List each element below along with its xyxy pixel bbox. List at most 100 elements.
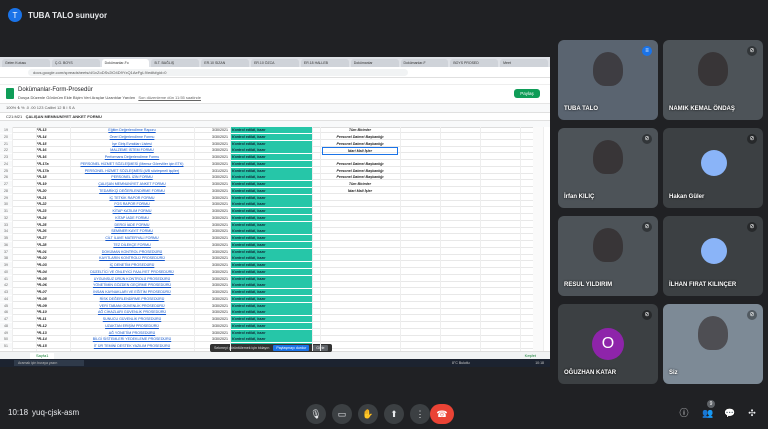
table-row[interactable]: 41 PR-05 UYGUNSUZ ÜRÜN KONTROLÜ PROSEDÜRÜ 3… <box>0 275 550 282</box>
participant-tile[interactable]: Siz ⊘ <box>663 304 763 384</box>
table-row[interactable]: 26 FR-18 PERSONEL İZİN FORMU 3/30/2021 Kontr… <box>0 174 550 181</box>
browser-tab[interactable]: ER.18 HALLEB <box>300 59 349 67</box>
table-row[interactable]: 50 PR-14 BİLGİ SİSTEMLERİ YEDEKLEME PROSED… <box>0 336 550 343</box>
participant-tile[interactable]: TUBA TALO ≡ <box>558 40 658 120</box>
cell-status[interactable]: Kontrol edildi, hazır <box>230 147 312 154</box>
cell-date[interactable]: 3/30/2021 <box>194 127 228 133</box>
table-row[interactable]: 34 FR-26 SEMİNER KAYIT FORMU 3/30/2021 Kontr… <box>0 228 550 235</box>
cell-status[interactable]: Kontrol edildi, hazır <box>230 201 312 208</box>
cell-code[interactable]: FR-17a <box>36 161 66 167</box>
cell-status[interactable]: Kontrol edildi, hazır <box>230 302 312 309</box>
cell-code[interactable]: FR-20 <box>36 188 66 194</box>
table-row[interactable]: 49 PR-13 AĞ YÖNETİM PROSEDÜRÜ 3/30/2021 Kont… <box>0 329 550 336</box>
cell-code[interactable]: FR-14 <box>36 134 66 140</box>
cell-status[interactable]: Kontrol edildi, hazır <box>230 181 312 187</box>
cell-note[interactable]: Tüm Birimler <box>322 181 398 187</box>
shared-screen[interactable]: Gelen Kutusu Ç.G. BOYS Dokümanlar-Fo B.T. B… <box>0 57 550 367</box>
cell-code[interactable]: PR-09 <box>36 303 66 309</box>
more-options-button[interactable]: ⋮ <box>410 404 430 424</box>
table-row[interactable]: 40 PR-04 DÜZELTİCİ VE ÖNLEYİCİ FAALİYET PR… <box>0 268 550 275</box>
cell-code[interactable]: FR-25 <box>36 222 66 228</box>
table-row[interactable]: 25 FR-17b PERSONEL HİZMET SÖZLEŞMESİ (4/B … <box>0 167 550 174</box>
browser-tab[interactable]: Dokümanlar-F <box>400 59 449 67</box>
people-button[interactable]: 👥 <box>702 407 714 419</box>
table-row[interactable]: 47 PR-11 SUNUCU GÜVENLİK PROSEDÜRÜ 3/30/202… <box>0 316 550 322</box>
cell-date[interactable]: 3/30/2021 <box>194 242 228 248</box>
cell-code[interactable]: PR-13 <box>36 330 66 336</box>
cell-reference[interactable]: C21:M21 <box>6 114 22 119</box>
table-row[interactable]: 37 PR-01 DOKÜMAN KONTROL PROSEDÜRÜ 3/30/202… <box>0 248 550 255</box>
table-row[interactable]: 22 FR-16 MALZEME İSTEM FORMU 3/30/2021 Kontr… <box>0 147 550 156</box>
cell-status[interactable]: Kontrol edildi, hazır <box>230 282 312 289</box>
cell-code[interactable]: PR-12 <box>36 323 66 329</box>
table-row[interactable]: 33 FR-25 DERGİ İADE FORMU 3/30/2021 Kontrol … <box>0 221 550 228</box>
cell-date[interactable]: 3/30/2021 <box>194 336 228 342</box>
cell-document-name[interactable]: SUNUCU GÜVENLİK PROSEDÜRÜ <box>72 316 192 322</box>
cell-status[interactable]: Kontrol edildi, hazır <box>230 255 312 262</box>
share-button[interactable]: Paylaş <box>514 89 540 98</box>
cell-document-name[interactable]: KİTAP KATILIM FORMU <box>72 208 192 214</box>
table-row[interactable]: 35 FR-27 CİLT İLAVE MATERYALİ FORMU 3/30/20… <box>0 235 550 241</box>
cell-code[interactable]: PR-07 <box>36 289 66 295</box>
table-row[interactable]: 38 PR-02 KAYITLARIN KONTROLÜ PROSEDÜRÜ 3/30… <box>0 255 550 262</box>
cell-date[interactable]: 3/30/2021 <box>194 269 228 275</box>
cell-code[interactable]: FR-13 <box>36 127 66 133</box>
cell-date[interactable]: 3/30/2021 <box>194 289 228 295</box>
cell-code[interactable]: PR-10 <box>36 309 66 315</box>
cell-date[interactable]: 3/30/2021 <box>194 201 228 207</box>
cell-status[interactable]: Kontrol edildi, hazır <box>230 140 312 147</box>
participant-tile[interactable]: Hakan Güler ⊘ <box>663 128 763 208</box>
cell-code[interactable]: FR-16 <box>36 154 66 160</box>
cell-date[interactable]: 3/30/2021 <box>194 222 228 228</box>
cell-document-name[interactable]: KİTAP İADE FORMU <box>72 215 192 221</box>
cell-status[interactable]: Kontrol edildi, hazır <box>230 309 312 316</box>
cell-document-name[interactable]: DOKÜMAN KONTROL PROSEDÜRÜ <box>72 249 192 255</box>
cell-date[interactable]: 3/31/2021 <box>194 168 228 174</box>
table-row[interactable]: 36 FR-28 TEZ DİLEKÇE FORMU 3/30/2021 Kontrol… <box>0 241 550 248</box>
cell-date[interactable]: 3/30/2021 <box>194 154 228 160</box>
end-call-button[interactable]: ☎ <box>430 404 454 424</box>
cell-code[interactable]: FR-23 <box>36 208 66 214</box>
cell-status[interactable]: Kontrol edildi, hazır <box>230 187 312 194</box>
cell-status[interactable]: Kontrol edildi, hazır <box>230 248 312 255</box>
cell-status[interactable]: Kontrol edildi, hazır <box>230 221 312 228</box>
participant-tile[interactable]: RESUL YILDIRIM ⊘ <box>558 216 658 296</box>
cell-document-name[interactable]: DERGİ İADE FORMU <box>72 222 192 228</box>
cell-status[interactable]: Kontrol edildi, hazır <box>230 329 312 336</box>
cell-code[interactable]: FR-16 <box>36 147 66 153</box>
table-row[interactable]: 21 FR-15 İşe Giriş Evrakları Listesi 3/30/2… <box>0 140 550 147</box>
table-row[interactable]: 20 FR-14 Öneri Değerlendirme Formu 3/30/202… <box>0 133 550 140</box>
cell-document-name[interactable]: YÖNETİMİN GÖZDEN GEÇİRME PROSEDÜRÜ <box>72 282 192 288</box>
table-row[interactable]: 19 FR-13 Eğitim Değerlendirme Raporu 3/30/2… <box>0 127 550 133</box>
browser-tab[interactable]: Dokümanlar-Fo <box>101 59 150 67</box>
url-field[interactable]: docs.google.com/spreadsheets/d/1vZoDSv2l… <box>28 68 408 76</box>
cell-status[interactable]: Kontrol edildi, hazır <box>230 160 312 167</box>
cell-status[interactable]: Kontrol edildi, hazır <box>230 174 312 181</box>
cell-status[interactable]: Kontrol edildi, hazır <box>230 194 312 201</box>
cell-code[interactable]: PR-03 <box>36 262 66 268</box>
cell-code[interactable]: FR-26 <box>36 228 66 234</box>
cell-date[interactable]: 3/30/2021 <box>194 303 228 309</box>
table-row[interactable]: 31 FR-23 KİTAP KATILIM FORMU 3/30/2021 Kontr… <box>0 208 550 214</box>
table-row[interactable]: 30 FR-22 FGS RAPOR FORMU 3/30/2021 Kontrol e… <box>0 201 550 208</box>
cell-document-name[interactable]: SEMİNER KAYIT FORMU <box>72 228 192 234</box>
vertical-scrollbar[interactable] <box>533 127 543 351</box>
cell-date[interactable]: 3/30/2021 <box>194 134 228 140</box>
table-row[interactable]: 28 FR-20 TEDARİKÇİ DEĞERLENDİRME FORMU 3/30… <box>0 187 550 194</box>
cell-date[interactable]: 3/30/2021 <box>194 215 228 221</box>
cell-status[interactable]: Kontrol edildi, hazır <box>230 133 312 140</box>
sheets-logo-icon[interactable] <box>6 88 14 99</box>
stop-sharing-button[interactable]: Paylaşmayı durdur <box>273 345 310 351</box>
cell-date[interactable]: 3/30/2021 <box>194 174 228 180</box>
cell-code[interactable]: FR-21 <box>36 195 66 201</box>
cell-document-name[interactable]: İÇ TETKİK RAPOR FORMU <box>72 195 192 201</box>
table-row[interactable]: 32 FR-24 KİTAP İADE FORMU 3/30/2021 Kontrol … <box>0 214 550 221</box>
cell-date[interactable]: 3/30/2021 <box>194 188 228 194</box>
activities-button[interactable]: ✣ <box>746 407 758 419</box>
cell-date[interactable]: 3/30/2021 <box>194 262 228 268</box>
cell-document-name[interactable]: MALZEME İSTEM FORMU <box>72 147 192 153</box>
taskbar-search[interactable]: Aramak için buraya yazın <box>14 360 84 366</box>
cell-note[interactable]: Personel Daimei Başkanlığı <box>322 168 398 174</box>
cell-document-name[interactable]: BİLGİ SİSTEMLERİ YEDEKLEME PROSEDÜRÜ <box>72 336 192 342</box>
camera-button[interactable]: ▭ <box>332 404 352 424</box>
